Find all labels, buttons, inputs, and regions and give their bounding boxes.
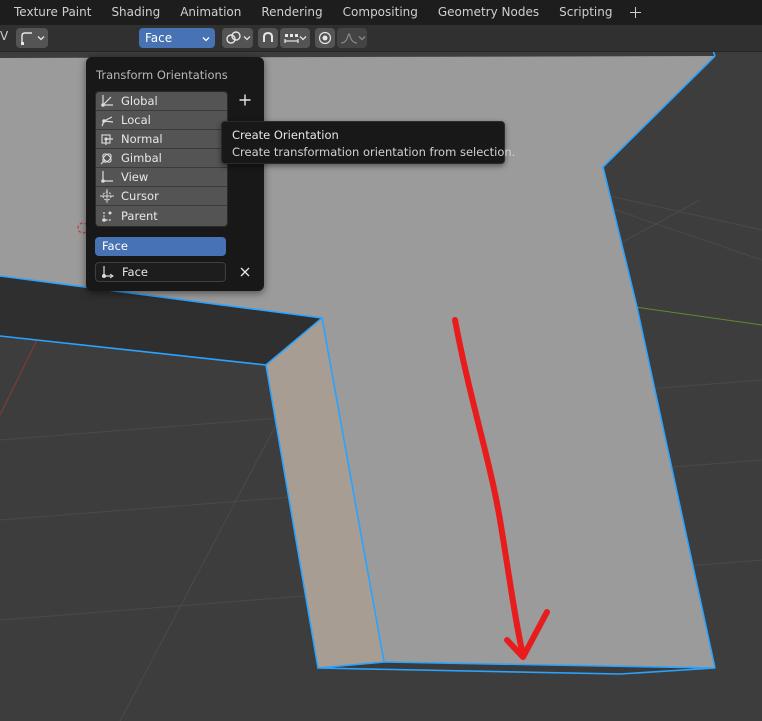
tab-animation[interactable]: Animation <box>170 0 251 25</box>
transform-orientation-select[interactable]: Face <box>139 28 215 48</box>
local-axes-icon <box>101 116 114 127</box>
delete-orientation-button[interactable] <box>239 266 251 278</box>
workspace-tab-bar: Texture Paint Shading Animation Renderin… <box>0 0 762 25</box>
global-axes-icon <box>101 95 113 107</box>
snap-target-button[interactable] <box>280 28 310 48</box>
snap-toggle-button[interactable] <box>258 28 278 48</box>
view-axes-icon <box>101 171 113 183</box>
custom-orientation-face[interactable]: Face <box>95 237 226 256</box>
tab-geometry-nodes[interactable]: Geometry Nodes <box>428 0 549 25</box>
chevron-down-icon <box>37 36 45 41</box>
orientation-item-view[interactable]: View <box>96 168 227 187</box>
orientation-item-normal[interactable]: Normal <box>96 130 227 149</box>
orientation-item-global[interactable]: Global <box>96 92 227 111</box>
tab-scripting[interactable]: Scripting <box>549 0 622 25</box>
tab-texture-paint[interactable]: Texture Paint <box>0 0 101 25</box>
select-mode-button[interactable] <box>16 28 48 48</box>
viewport-header: V Face <box>0 25 762 52</box>
link-pivot-icon <box>226 31 241 44</box>
proportional-editing-icon <box>318 31 332 45</box>
add-workspace-button[interactable] <box>624 2 646 24</box>
chevron-down-icon <box>299 36 307 41</box>
header-left-label: V <box>0 29 9 43</box>
select-box-icon <box>21 32 32 45</box>
parent-axes-icon <box>102 211 112 222</box>
tooltip-description: Create transformation orientation from s… <box>232 145 516 159</box>
orientation-name-field[interactable]: Face <box>95 262 226 282</box>
tab-rendering[interactable]: Rendering <box>251 0 332 25</box>
snap-increment-icon <box>284 34 299 43</box>
orientation-name-value: Face <box>122 265 149 279</box>
tab-compositing[interactable]: Compositing <box>333 0 428 25</box>
transform-orientations-popup: Transform Orientations Global Local Norm… <box>86 57 264 291</box>
orientation-item-gimbal[interactable]: Gimbal <box>96 149 227 168</box>
tooltip-title: Create Orientation <box>232 128 339 142</box>
chevron-down-icon <box>358 36 366 41</box>
custom-orientation-icon <box>102 266 114 279</box>
magnet-icon <box>263 31 273 42</box>
popup-title: Transform Orientations <box>96 68 228 82</box>
orientation-select-value: Face <box>145 31 173 45</box>
chevron-down-icon <box>202 37 210 42</box>
cursor-axes-icon <box>100 189 114 203</box>
gimbal-icon <box>100 153 112 165</box>
chevron-down-icon <box>243 36 251 41</box>
orientation-item-local[interactable]: Local <box>96 111 227 130</box>
orientation-item-parent[interactable]: Parent <box>96 206 227 226</box>
create-orientation-tooltip: Create Orientation Create transformation… <box>221 121 515 164</box>
orientation-list: Global Local Normal Gimbal View Cursor P… <box>95 91 228 227</box>
falloff-curve-icon <box>340 33 358 44</box>
pivot-point-button[interactable] <box>222 28 253 48</box>
orientation-item-cursor[interactable]: Cursor <box>96 187 227 206</box>
proportional-editing-button[interactable] <box>315 28 335 48</box>
tab-shading[interactable]: Shading <box>101 0 170 25</box>
falloff-type-button[interactable] <box>337 28 367 48</box>
add-orientation-button[interactable] <box>238 93 252 107</box>
normal-axes-icon <box>101 134 113 145</box>
